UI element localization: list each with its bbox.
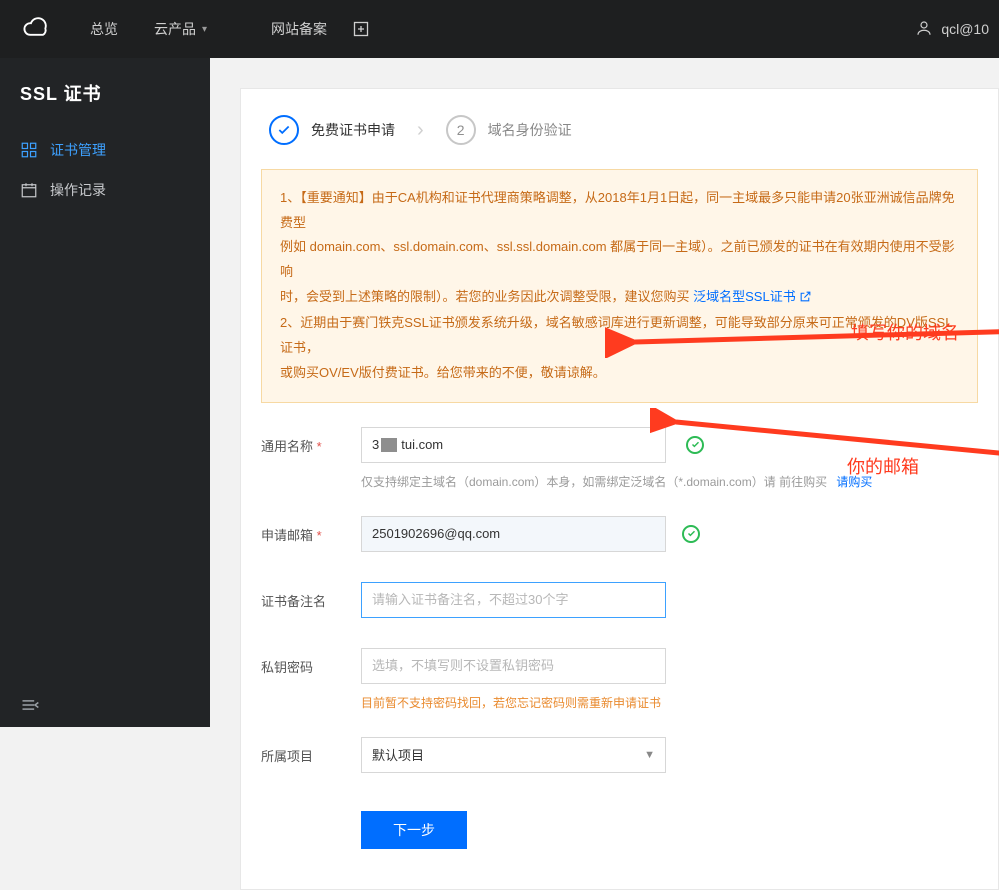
user-menu[interactable]: qcl@10	[905, 0, 999, 58]
main-content: 免费证书申请 › 2 域名身份验证 1、【重要通知】由于CA机构和证书代理商策略…	[210, 58, 999, 727]
common-name-input[interactable]: 3tui.com	[361, 427, 666, 463]
remark-input[interactable]	[361, 582, 666, 618]
label-remark: 证书备注名	[261, 582, 361, 610]
sidebar-collapse[interactable]	[0, 683, 210, 727]
sidebar-item-cert-manage[interactable]: 证书管理	[0, 130, 210, 170]
grid-icon	[20, 141, 38, 159]
check-ok-icon	[686, 436, 704, 454]
row-email: 申请邮箱	[261, 516, 978, 552]
next-button[interactable]: 下一步	[361, 811, 467, 849]
sidebar-item-op-log[interactable]: 操作记录	[0, 170, 210, 210]
user-icon	[915, 19, 933, 40]
project-select[interactable]: 默认项目 ▼	[361, 737, 666, 773]
step-2: 2 域名身份验证	[446, 115, 572, 145]
redacted-text	[381, 438, 397, 452]
password-warning: 目前暂不支持密码找回，若您忘记密码则需重新申请证书	[361, 694, 978, 711]
label-project: 所属项目	[261, 737, 361, 765]
plus-square-icon	[353, 21, 369, 37]
annotation-email: 你的邮箱	[847, 453, 919, 479]
apply-form: 通用名称 3tui.com 仅支持绑定主域名（domain.com）本身，如需绑…	[261, 427, 978, 849]
email-input[interactable]	[361, 516, 666, 552]
external-link-icon	[799, 287, 812, 312]
row-remark: 证书备注名	[261, 582, 978, 618]
nav-site-filing[interactable]: 网站备案	[253, 0, 345, 58]
top-bar: 总览 云产品▾ 网站备案 qcl@10	[0, 0, 999, 58]
sidebar-item-label: 操作记录	[50, 180, 106, 200]
step-1: 免费证书申请	[269, 115, 395, 145]
nav-cloud-products[interactable]: 云产品▾	[136, 0, 225, 58]
step-indicator: 免费证书申请 › 2 域名身份验证	[269, 115, 978, 145]
row-password: 私钥密码 目前暂不支持密码找回，若您忘记密码则需重新申请证书	[261, 648, 978, 711]
wildcard-cert-link[interactable]: 泛域名型SSL证书	[693, 289, 796, 304]
collapse-icon	[20, 698, 40, 712]
sidebar-item-label: 证书管理	[50, 140, 106, 160]
chevron-down-icon: ▼	[644, 749, 655, 761]
sidebar: SSL 证书 证书管理 操作记录	[0, 58, 210, 727]
row-project: 所属项目 默认项目 ▼	[261, 737, 978, 773]
nav-overview[interactable]: 总览	[72, 0, 136, 58]
notice-banner: 1、【重要通知】由于CA机构和证书代理商策略调整，从2018年1月1日起，同一主…	[261, 169, 978, 403]
label-password: 私钥密码	[261, 648, 361, 676]
label-email: 申请邮箱	[261, 516, 361, 544]
add-button[interactable]	[345, 0, 377, 58]
form-card: 免费证书申请 › 2 域名身份验证 1、【重要通知】由于CA机构和证书代理商策略…	[240, 88, 999, 890]
check-ok-icon	[682, 525, 700, 543]
cloud-logo-icon[interactable]	[0, 0, 72, 58]
chevron-down-icon: ▾	[202, 24, 207, 35]
annotation-domain: 填写你的域名	[851, 319, 959, 345]
chevron-right-icon: ›	[417, 119, 424, 142]
password-input[interactable]	[361, 648, 666, 684]
calendar-icon	[20, 181, 38, 199]
username-label: qcl@10	[941, 21, 989, 37]
check-circle-icon	[269, 115, 299, 145]
sidebar-title: SSL 证书	[0, 80, 210, 130]
label-common-name: 通用名称	[261, 427, 361, 455]
